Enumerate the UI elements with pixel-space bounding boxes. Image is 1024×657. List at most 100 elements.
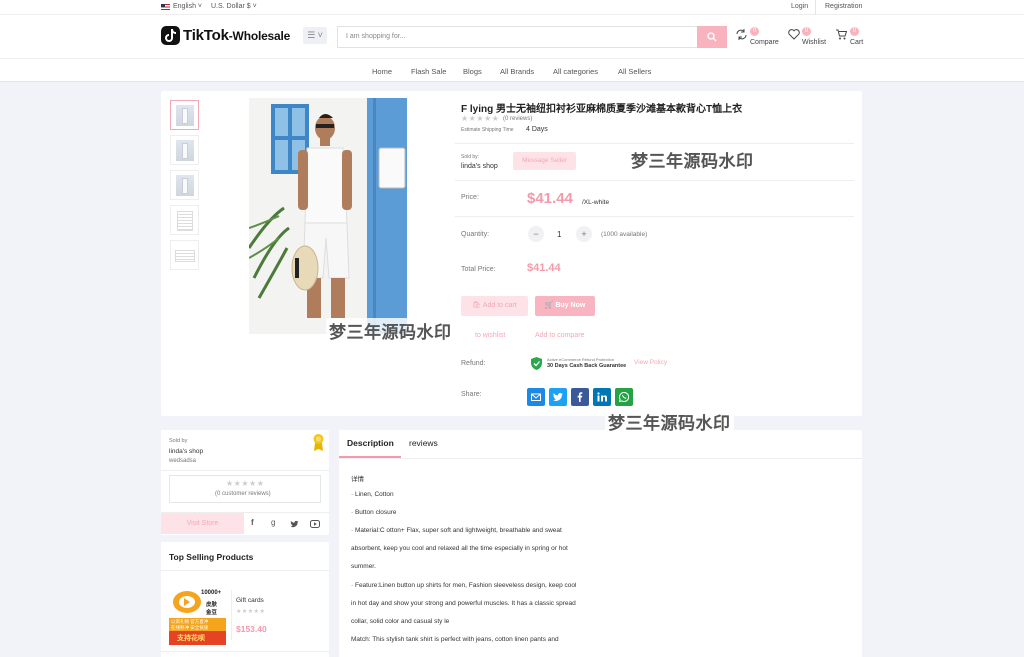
- main-nav: Home Flash Sale Blogs All Brands All cat…: [0, 58, 1024, 82]
- refund-guarantee-text: 30 Days Cash Back Guarantee: [547, 363, 627, 369]
- nav-item-blogs[interactable]: Blogs: [463, 67, 482, 76]
- description-line: absorbent, keep you cool and relaxed all…: [351, 545, 568, 552]
- visit-store-button[interactable]: Visit Store: [161, 513, 244, 534]
- share-facebook-button[interactable]: [571, 388, 589, 406]
- top-product-name[interactable]: Gift cards: [236, 597, 264, 604]
- description-line: summer.: [351, 563, 376, 570]
- login-link[interactable]: Login: [791, 3, 808, 10]
- cart-label[interactable]: Cart: [850, 39, 863, 46]
- seller-description: wedsadsa: [169, 458, 197, 464]
- product-thumbnail[interactable]: [170, 100, 199, 130]
- tiktok-logo-icon[interactable]: [161, 26, 180, 45]
- compare-label[interactable]: Compare: [750, 39, 779, 46]
- rating-stars: ★★★★★: [461, 114, 500, 123]
- shop-name[interactable]: linda's shop: [461, 163, 498, 170]
- registration-link[interactable]: Registration: [825, 3, 862, 10]
- gift-card-image-text: 支持花呗: [177, 635, 205, 642]
- nav-item-all-sellers[interactable]: All Sellers: [618, 67, 651, 76]
- top-product-stars: ★★★★★: [236, 609, 266, 615]
- nav-item-home[interactable]: Home: [372, 67, 392, 76]
- share-email-button[interactable]: [527, 388, 545, 406]
- nav-item-flash-sale[interactable]: Flash Sale: [411, 67, 446, 76]
- compare-icon[interactable]: [736, 29, 747, 40]
- description-line: 详情: [351, 476, 364, 483]
- description-line: · Feature:Linen button up shirts for men…: [351, 582, 577, 589]
- product-main-image[interactable]: [249, 98, 407, 334]
- facebook-icon[interactable]: f: [251, 518, 254, 527]
- gift-cards-image[interactable]: 10000+ 皮肤 金豆 以资礼物 官方直冲 在线秒冲 安全快速 支持花呗: [169, 588, 226, 645]
- product-variant: /XL-white: [582, 199, 610, 206]
- us-flag-icon: [161, 4, 170, 10]
- divider: [815, 0, 816, 15]
- search-button[interactable]: [697, 26, 727, 48]
- message-seller-button[interactable]: Message Seller: [513, 152, 576, 170]
- divider: [231, 590, 232, 640]
- google-icon[interactable]: g: [271, 518, 275, 527]
- shipping-value: 4 Days: [526, 126, 548, 133]
- buy-now-button[interactable]: 🛒 Buy Now: [535, 296, 595, 316]
- divider: [455, 180, 854, 181]
- add-to-cart-button[interactable]: 🛍 Add to cart: [461, 296, 528, 316]
- shield-icon: [531, 357, 542, 370]
- category-menu-button[interactable]: ☰ ˅: [303, 27, 327, 44]
- linkedin-icon: [597, 392, 607, 402]
- shipping-label: Estimate Shipping Time: [461, 127, 514, 133]
- description-line: · Button closure: [351, 509, 397, 516]
- divider: [455, 143, 854, 144]
- seller-rating-stars: ★★★★★: [226, 479, 265, 488]
- product-thumbnail[interactable]: [170, 205, 199, 235]
- twitter-icon[interactable]: [290, 520, 299, 528]
- wishlist-label[interactable]: Wishlist: [802, 39, 826, 46]
- add-to-wishlist-link[interactable]: to wishlist: [475, 332, 505, 339]
- product-thumbnail[interactable]: [170, 170, 199, 200]
- refund-protection-text: Active eCommerce Refund Protection: [547, 357, 614, 362]
- gift-card-image-text: 金豆: [206, 610, 218, 616]
- whatsapp-icon: [619, 392, 629, 402]
- share-linkedin-button[interactable]: [593, 388, 611, 406]
- divider: [161, 570, 329, 571]
- view-policy-link[interactable]: View Policy: [634, 359, 667, 366]
- wishlist-count-badge: 0: [802, 27, 811, 36]
- cart-icon[interactable]: [836, 29, 847, 40]
- divider: [161, 470, 329, 471]
- description-line: · Linen, Cotton: [351, 491, 394, 498]
- nav-item-all-categories[interactable]: All categories: [553, 67, 598, 76]
- top-bar: English ˅ U.S. Dollar $ ˅ Login Registra…: [0, 0, 1024, 15]
- product-thumbnail[interactable]: [170, 135, 199, 165]
- quantity-decrease-button[interactable]: −: [528, 226, 544, 242]
- cart-count-badge: 0: [850, 27, 859, 36]
- quantity-increase-button[interactable]: +: [576, 226, 592, 242]
- stock-available: (1000 available): [601, 231, 648, 238]
- description-line: collar, solid color and casual sty le: [351, 618, 450, 625]
- quantity-input[interactable]: 1: [557, 230, 561, 239]
- site-logo[interactable]: TikTok-Wholesale: [183, 27, 290, 44]
- add-to-compare-link[interactable]: Add to compare: [535, 332, 584, 339]
- review-count[interactable]: (0 reviews): [503, 116, 532, 122]
- tab-reviews[interactable]: reviews: [409, 438, 438, 448]
- refund-label: Refund:: [461, 360, 486, 367]
- watermark-text: 梦三年源码水印: [326, 318, 455, 343]
- share-label: Share:: [461, 391, 482, 398]
- heart-icon[interactable]: [788, 29, 800, 40]
- divider: [455, 216, 854, 217]
- tab-description[interactable]: Description: [347, 438, 394, 448]
- language-selector[interactable]: English ˅: [173, 3, 202, 10]
- search-icon: [707, 32, 717, 42]
- total-price: $41.44: [527, 262, 561, 274]
- watermark-text: 梦三年源码水印: [628, 147, 757, 172]
- youtube-icon[interactable]: [310, 520, 320, 528]
- facebook-icon: [577, 392, 583, 402]
- nav-item-all-brands[interactable]: All Brands: [500, 67, 534, 76]
- gift-card-image-text: 皮肤: [206, 602, 218, 608]
- medal-icon: [313, 434, 324, 451]
- product-thumbnail[interactable]: [170, 240, 199, 270]
- top-product-price: $153.40: [236, 624, 267, 634]
- share-twitter-button[interactable]: [549, 388, 567, 406]
- twitter-icon: [553, 393, 563, 401]
- currency-selector[interactable]: U.S. Dollar $ ˅: [211, 3, 257, 10]
- customer-reviews: (0 customer reviews): [215, 491, 271, 497]
- search-input[interactable]: I am shopping for...: [337, 26, 697, 48]
- watermark-text: 梦三年源码水印: [605, 409, 734, 434]
- seller-shop-name[interactable]: linda's shop: [169, 448, 203, 455]
- share-whatsapp-button[interactable]: [615, 388, 633, 406]
